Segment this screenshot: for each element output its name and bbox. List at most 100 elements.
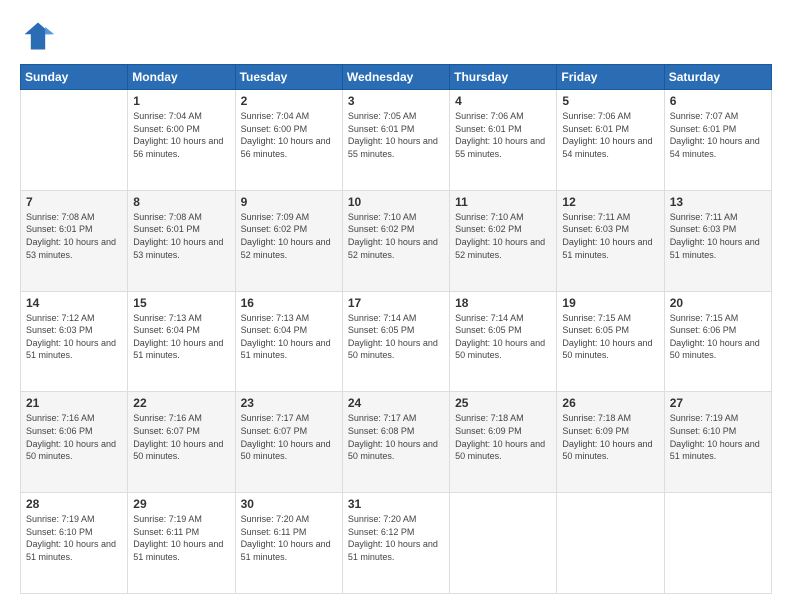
day-number: 1: [133, 94, 229, 108]
calendar-table: SundayMondayTuesdayWednesdayThursdayFrid…: [20, 64, 772, 594]
day-number: 25: [455, 396, 551, 410]
day-info: Sunrise: 7:09 AMSunset: 6:02 PMDaylight:…: [241, 211, 337, 261]
calendar-cell: 30 Sunrise: 7:20 AMSunset: 6:11 PMDayligh…: [235, 493, 342, 594]
day-number: 27: [670, 396, 766, 410]
day-info: Sunrise: 7:19 AMSunset: 6:10 PMDaylight:…: [670, 412, 766, 462]
calendar-cell: 25Sunrise: 7:18 AMSunset: 6:09 PMDayligh…: [450, 392, 557, 493]
day-number: 4: [455, 94, 551, 108]
day-info: Sunrise: 7:20 AMSunset: 6:11 PMDaylight:…: [241, 513, 337, 563]
calendar-cell: 14Sunrise: 7:12 AMSunset: 6:03 PMDayligh…: [21, 291, 128, 392]
day-info: Sunrise: 7:18 AMSunset: 6:09 PMDaylight:…: [562, 412, 658, 462]
day-info: Sunrise: 7:13 AMSunset: 6:04 PMDaylight:…: [241, 312, 337, 362]
day-number: 13: [670, 195, 766, 209]
weekday-header-monday: Monday: [128, 65, 235, 90]
day-info: Sunrise: 7:05 AMSunset: 6:01 PMDaylight:…: [348, 110, 444, 160]
weekday-header-friday: Friday: [557, 65, 664, 90]
calendar-cell: 15Sunrise: 7:13 AMSunset: 6:04 PMDayligh…: [128, 291, 235, 392]
calendar-week-3: 14Sunrise: 7:12 AMSunset: 6:03 PMDayligh…: [21, 291, 772, 392]
weekday-header-tuesday: Tuesday: [235, 65, 342, 90]
calendar-cell: [21, 90, 128, 191]
calendar-cell: 9 Sunrise: 7:09 AMSunset: 6:02 PMDaylight…: [235, 190, 342, 291]
calendar-cell: 1 Sunrise: 7:04 AMSunset: 6:00 PMDaylight…: [128, 90, 235, 191]
calendar-cell: 19Sunrise: 7:15 AMSunset: 6:05 PMDayligh…: [557, 291, 664, 392]
calendar-cell: 28 Sunrise: 7:19 AMSunset: 6:10 PMDayligh…: [21, 493, 128, 594]
day-number: 6: [670, 94, 766, 108]
day-info: Sunrise: 7:16 AMSunset: 6:06 PMDaylight:…: [26, 412, 122, 462]
day-info: Sunrise: 7:06 AMSunset: 6:01 PMDaylight:…: [455, 110, 551, 160]
calendar-cell: 4 Sunrise: 7:06 AMSunset: 6:01 PMDaylight…: [450, 90, 557, 191]
day-number: 20: [670, 296, 766, 310]
calendar-week-4: 21 Sunrise: 7:16 AMSunset: 6:06 PMDayligh…: [21, 392, 772, 493]
day-number: 8: [133, 195, 229, 209]
day-number: 24: [348, 396, 444, 410]
calendar-cell: 13 Sunrise: 7:11 AMSunset: 6:03 PMDayligh…: [664, 190, 771, 291]
day-info: Sunrise: 7:17 AMSunset: 6:07 PMDaylight:…: [241, 412, 337, 462]
calendar-week-2: 7 Sunrise: 7:08 AMSunset: 6:01 PMDaylight…: [21, 190, 772, 291]
day-number: 11: [455, 195, 551, 209]
calendar-cell: 7Sunrise: 7:08 AMSunset: 6:01 PMDaylight…: [21, 190, 128, 291]
day-info: Sunrise: 7:13 AMSunset: 6:04 PMDaylight:…: [133, 312, 229, 362]
day-info: Sunrise: 7:11 AMSunset: 6:03 PMDaylight:…: [562, 211, 658, 261]
logo: [20, 18, 62, 54]
day-number: 7: [26, 195, 122, 209]
calendar-cell: 5 Sunrise: 7:06 AMSunset: 6:01 PMDaylight…: [557, 90, 664, 191]
day-number: 3: [348, 94, 444, 108]
day-info: Sunrise: 7:04 AMSunset: 6:00 PMDaylight:…: [241, 110, 337, 160]
day-number: 10: [348, 195, 444, 209]
calendar-cell: 20 Sunrise: 7:15 AMSunset: 6:06 PMDayligh…: [664, 291, 771, 392]
calendar-cell: [664, 493, 771, 594]
weekday-header-sunday: Sunday: [21, 65, 128, 90]
day-number: 5: [562, 94, 658, 108]
calendar-cell: 26Sunrise: 7:18 AMSunset: 6:09 PMDayligh…: [557, 392, 664, 493]
day-number: 12: [562, 195, 658, 209]
day-info: Sunrise: 7:19 AMSunset: 6:10 PMDaylight:…: [26, 513, 122, 563]
day-info: Sunrise: 7:08 AMSunset: 6:01 PMDaylight:…: [133, 211, 229, 261]
day-info: Sunrise: 7:17 AMSunset: 6:08 PMDaylight:…: [348, 412, 444, 462]
calendar-cell: 18 Sunrise: 7:14 AMSunset: 6:05 PMDayligh…: [450, 291, 557, 392]
day-number: 31: [348, 497, 444, 511]
header: [20, 18, 772, 54]
logo-icon: [20, 18, 56, 54]
day-info: Sunrise: 7:11 AMSunset: 6:03 PMDaylight:…: [670, 211, 766, 261]
calendar-cell: 29 Sunrise: 7:19 AMSunset: 6:11 PMDayligh…: [128, 493, 235, 594]
calendar-cell: [557, 493, 664, 594]
day-number: 29: [133, 497, 229, 511]
calendar-cell: 22Sunrise: 7:16 AMSunset: 6:07 PMDayligh…: [128, 392, 235, 493]
day-info: Sunrise: 7:10 AMSunset: 6:02 PMDaylight:…: [348, 211, 444, 261]
day-number: 9: [241, 195, 337, 209]
calendar-cell: [450, 493, 557, 594]
day-info: Sunrise: 7:07 AMSunset: 6:01 PMDaylight:…: [670, 110, 766, 160]
day-number: 21: [26, 396, 122, 410]
day-number: 23: [241, 396, 337, 410]
day-info: Sunrise: 7:15 AMSunset: 6:05 PMDaylight:…: [562, 312, 658, 362]
calendar-cell: 6 Sunrise: 7:07 AMSunset: 6:01 PMDaylight…: [664, 90, 771, 191]
day-info: Sunrise: 7:20 AMSunset: 6:12 PMDaylight:…: [348, 513, 444, 563]
day-info: Sunrise: 7:14 AMSunset: 6:05 PMDaylight:…: [348, 312, 444, 362]
calendar-cell: 23 Sunrise: 7:17 AMSunset: 6:07 PMDayligh…: [235, 392, 342, 493]
calendar-cell: 24 Sunrise: 7:17 AMSunset: 6:08 PMDayligh…: [342, 392, 449, 493]
weekday-header-saturday: Saturday: [664, 65, 771, 90]
day-info: Sunrise: 7:04 AMSunset: 6:00 PMDaylight:…: [133, 110, 229, 160]
calendar-header-row: SundayMondayTuesdayWednesdayThursdayFrid…: [21, 65, 772, 90]
day-info: Sunrise: 7:12 AMSunset: 6:03 PMDaylight:…: [26, 312, 122, 362]
page: SundayMondayTuesdayWednesdayThursdayFrid…: [0, 0, 792, 612]
calendar-cell: 27 Sunrise: 7:19 AMSunset: 6:10 PMDayligh…: [664, 392, 771, 493]
day-info: Sunrise: 7:06 AMSunset: 6:01 PMDaylight:…: [562, 110, 658, 160]
day-number: 30: [241, 497, 337, 511]
calendar-cell: 10 Sunrise: 7:10 AMSunset: 6:02 PMDayligh…: [342, 190, 449, 291]
calendar-cell: 12 Sunrise: 7:11 AMSunset: 6:03 PMDayligh…: [557, 190, 664, 291]
day-number: 22: [133, 396, 229, 410]
day-number: 28: [26, 497, 122, 511]
day-info: Sunrise: 7:14 AMSunset: 6:05 PMDaylight:…: [455, 312, 551, 362]
calendar-cell: 21 Sunrise: 7:16 AMSunset: 6:06 PMDayligh…: [21, 392, 128, 493]
day-number: 16: [241, 296, 337, 310]
calendar-week-5: 28 Sunrise: 7:19 AMSunset: 6:10 PMDayligh…: [21, 493, 772, 594]
calendar-cell: 11Sunrise: 7:10 AMSunset: 6:02 PMDayligh…: [450, 190, 557, 291]
calendar-cell: 17 Sunrise: 7:14 AMSunset: 6:05 PMDayligh…: [342, 291, 449, 392]
day-info: Sunrise: 7:15 AMSunset: 6:06 PMDaylight:…: [670, 312, 766, 362]
weekday-header-thursday: Thursday: [450, 65, 557, 90]
day-number: 18: [455, 296, 551, 310]
day-info: Sunrise: 7:19 AMSunset: 6:11 PMDaylight:…: [133, 513, 229, 563]
day-number: 17: [348, 296, 444, 310]
calendar-cell: 8 Sunrise: 7:08 AMSunset: 6:01 PMDaylight…: [128, 190, 235, 291]
